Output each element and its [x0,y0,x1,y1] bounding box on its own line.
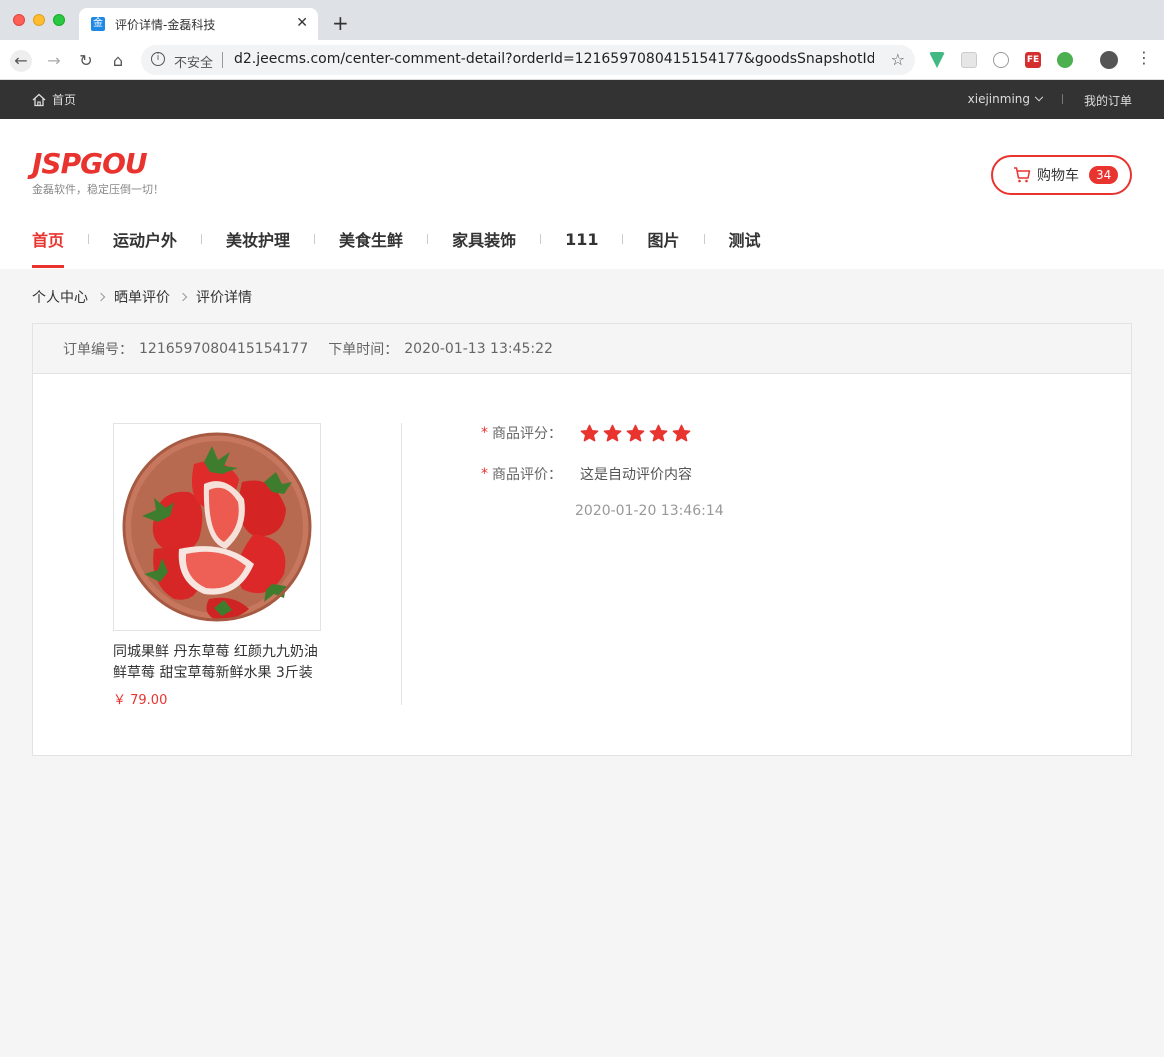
nav-item[interactable]: 运动户外 [113,227,177,251]
forward-icon[interactable]: → [43,50,65,72]
rating-stars [580,424,691,443]
nav-divider [622,234,624,244]
maximize-window-button[interactable] [53,14,65,26]
main-nav: 首页 运动户外 美妆护理 美食生鲜 家具装饰 111 图片 测试 [32,227,761,268]
username: xiejinming [967,92,1030,106]
nav-divider [703,234,705,244]
cart-button[interactable]: 购物车 34 [991,155,1132,195]
site-topbar: 首页 xiejinming 我的订单 [0,80,1164,119]
browser-tab[interactable]: 金 评价详情-金磊科技 ✕ [79,8,318,40]
favicon-icon: 金 [91,17,105,31]
tab-title: 评价详情-金磊科技 [115,18,216,32]
star-icon [580,424,599,441]
star-icon [649,424,668,441]
nav-item[interactable]: 111 [565,230,598,249]
chevron-right-icon [178,292,188,302]
required-marker: * [481,466,488,482]
divider [222,52,223,68]
breadcrumb-item: 评价详情 [196,290,252,306]
close-tab-icon[interactable]: ✕ [296,15,308,31]
my-orders-link[interactable]: 我的订单 [1084,92,1132,109]
nav-item[interactable]: 家具装饰 [452,227,516,251]
nav-divider [314,234,316,244]
breadcrumb-item[interactable]: 个人中心 [32,287,88,307]
browser-tabstrip: 金 评价详情-金磊科技 ✕ + [0,0,1164,40]
url-text[interactable]: d2.jeecms.com/center-comment-detail?orde… [234,51,874,67]
reload-icon[interactable]: ↻ [75,50,97,72]
new-tab-icon[interactable]: + [332,13,349,33]
nav-item[interactable]: 图片 [647,227,679,251]
nav-divider [427,234,429,244]
bookmark-star-icon[interactable]: ☆ [891,50,905,69]
home-link[interactable]: 首页 [32,91,76,108]
globe-extension-icon[interactable] [1057,52,1073,68]
home-icon[interactable]: ⌂ [107,50,129,72]
vue-devtools-icon[interactable] [929,52,945,68]
product-price: ￥ 79.00 [113,693,168,708]
browser-toolbar: ← → ↻ ⌂ i 不安全 d2.jeecms.com/center-comme… [0,40,1164,80]
menu-icon[interactable]: ⋮ [1136,48,1152,67]
fe-extension-icon[interactable]: FE [1025,52,1041,68]
shopping-cart-icon [1014,167,1031,183]
minimize-window-button[interactable] [33,14,45,26]
nav-divider [540,234,542,244]
comment-row: * 商品评价： 这是自动评价内容 [481,464,692,484]
star-icon [603,424,622,441]
profile-avatar-icon[interactable] [1100,51,1118,69]
site-slogan: 金磊软件，稳定压倒一切！ [32,183,164,196]
nav-item[interactable]: 首页 [32,227,65,268]
extension-icon[interactable] [993,52,1009,68]
order-time-label: 下单时间： [328,341,399,358]
review-time: 2020-01-20 13:46:14 [575,503,724,519]
breadcrumb-item[interactable]: 晒单评价 [114,287,170,307]
nav-item[interactable]: 测试 [729,227,761,251]
comment-label: 商品评价： [492,467,562,483]
strawberry-bowl-image [122,432,312,622]
house-icon [32,93,46,106]
nav-item[interactable]: 美食生鲜 [339,227,403,251]
info-icon[interactable]: i [151,52,165,66]
site-logo[interactable]: JSPGOU [32,147,148,180]
cart-count-badge: 34 [1089,166,1119,184]
order-number: 1216597080415154177 [139,340,309,357]
extension-icon[interactable] [961,52,977,68]
star-icon [626,424,645,441]
divider [1062,94,1063,104]
home-label: 首页 [52,93,77,107]
nav-divider [88,234,90,244]
chevron-down-icon [1034,92,1044,102]
breadcrumb: 个人中心 晒单评价 评价详情 [32,287,252,307]
user-menu[interactable]: xiejinming [967,92,1044,106]
order-info-bar: 订单编号： 1216597080415154177 下单时间： 2020-01-… [33,324,1131,374]
security-label: 不安全 [174,56,214,71]
product-image[interactable] [113,423,321,631]
star-icon [672,424,691,441]
rating-row: * 商品评分： [481,423,691,443]
nav-divider [201,234,203,244]
rating-label: 商品评分： [492,426,562,442]
cart-label: 购物车 [1037,168,1079,184]
back-icon[interactable]: ← [10,50,32,72]
product-name[interactable]: 同城果鲜 丹东草莓 红颜九九奶油鲜草莓 甜宝草莓新鲜水果 3斤装 [113,642,328,684]
address-bar[interactable]: i 不安全 d2.jeecms.com/center-comment-detai… [141,45,915,75]
review-detail-panel: 订单编号： 1216597080415154177 下单时间： 2020-01-… [32,323,1132,756]
comment-text: 这是自动评价内容 [580,467,692,483]
close-window-button[interactable] [13,14,25,26]
nav-item[interactable]: 美妆护理 [226,227,290,251]
required-marker: * [481,425,488,441]
chevron-right-icon [96,292,106,302]
site-header: JSPGOU 金磊软件，稳定压倒一切！ 购物车 34 首页 运动户外 美妆护理 美食生… [0,119,1164,269]
order-number-label: 订单编号： [63,341,133,358]
order-time: 2020-01-13 13:45:22 [404,340,553,357]
vertical-divider [401,423,402,705]
